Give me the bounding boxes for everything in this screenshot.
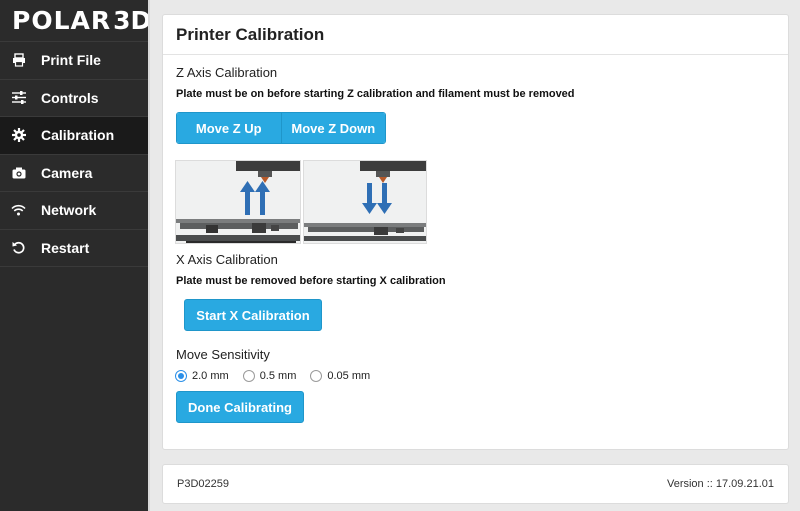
sensitivity-option-0-5mm[interactable]: 0.5 mm (242, 370, 297, 382)
logo-text-3d: 3D (113, 6, 152, 35)
sidebar-divider (148, 0, 150, 511)
gear-icon (0, 128, 41, 143)
sidebar-item-label: Restart (41, 239, 90, 256)
x-axis-title: X Axis Calibration (176, 252, 278, 267)
move-sensitivity-title: Move Sensitivity (176, 347, 270, 362)
start-x-calibration-button[interactable]: Start X Calibration (184, 299, 322, 331)
sidebar-item-camera[interactable]: Camera (0, 155, 148, 192)
z-down-illustration (303, 160, 427, 244)
sidebar-item-calibration[interactable]: Calibration (0, 117, 148, 155)
sidebar-item-label: Print File (41, 52, 101, 69)
arrow-down-icon (362, 183, 392, 214)
sidebar: POLAR 3D Print File Controls Calibration… (0, 0, 152, 511)
sensitivity-option-0-05mm[interactable]: 0.05 mm (310, 370, 370, 382)
status-footer: P3D02259 Version :: 17.09.21.01 (162, 464, 789, 504)
sidebar-item-network[interactable]: Network (0, 192, 148, 230)
z-axis-note: Plate must be on before starting Z calib… (176, 88, 575, 100)
sidebar-item-label: Controls (41, 89, 99, 106)
arrow-up-icon (240, 181, 270, 215)
panel-header: Printer Calibration (163, 15, 788, 55)
sidebar-item-controls[interactable]: Controls (0, 80, 148, 117)
x-axis-note: Plate must be removed before starting X … (176, 275, 446, 287)
done-calibrating-button[interactable]: Done Calibrating (176, 391, 304, 423)
radio-button[interactable] (242, 370, 255, 382)
sensitivity-radio-group: 2.0 mm 0.5 mm 0.05 mm (175, 370, 384, 382)
move-z-up-button[interactable]: Move Z Up (177, 113, 281, 143)
z-axis-button-group: Move Z Up Move Z Down (176, 112, 386, 144)
move-z-down-button[interactable]: Move Z Down (280, 113, 385, 143)
radio-label: 0.05 mm (327, 370, 371, 382)
camera-icon (0, 167, 41, 179)
sidebar-item-print-file[interactable]: Print File (0, 42, 148, 80)
logo-text-polar: POLAR (12, 6, 112, 35)
sidebar-item-restart[interactable]: Restart (0, 230, 148, 267)
z-axis-title: Z Axis Calibration (176, 65, 278, 80)
sidebar-item-label: Camera (41, 164, 93, 181)
polar3d-logo[interactable]: POLAR 3D (0, 0, 152, 42)
device-id: P3D02259 (177, 478, 229, 490)
page-title: Printer Calibration (176, 24, 325, 44)
sidebar-item-label: Network (41, 202, 97, 219)
z-up-illustration (175, 160, 301, 244)
wifi-icon (0, 204, 41, 216)
radio-label: 2.0 mm (192, 370, 229, 382)
sliders-icon (0, 91, 41, 105)
sensitivity-option-2mm[interactable]: 2.0 mm (175, 370, 229, 382)
radio-label: 0.5 mm (259, 370, 297, 382)
restart-icon (0, 241, 41, 254)
calibration-panel: Printer Calibration Z Axis Calibration P… (162, 14, 789, 450)
radio-button[interactable] (175, 370, 187, 382)
printer-icon (0, 53, 41, 67)
version-label: Version :: 17.09.21.01 (666, 478, 774, 490)
sidebar-item-label: Calibration (41, 127, 115, 144)
radio-button[interactable] (310, 370, 323, 382)
